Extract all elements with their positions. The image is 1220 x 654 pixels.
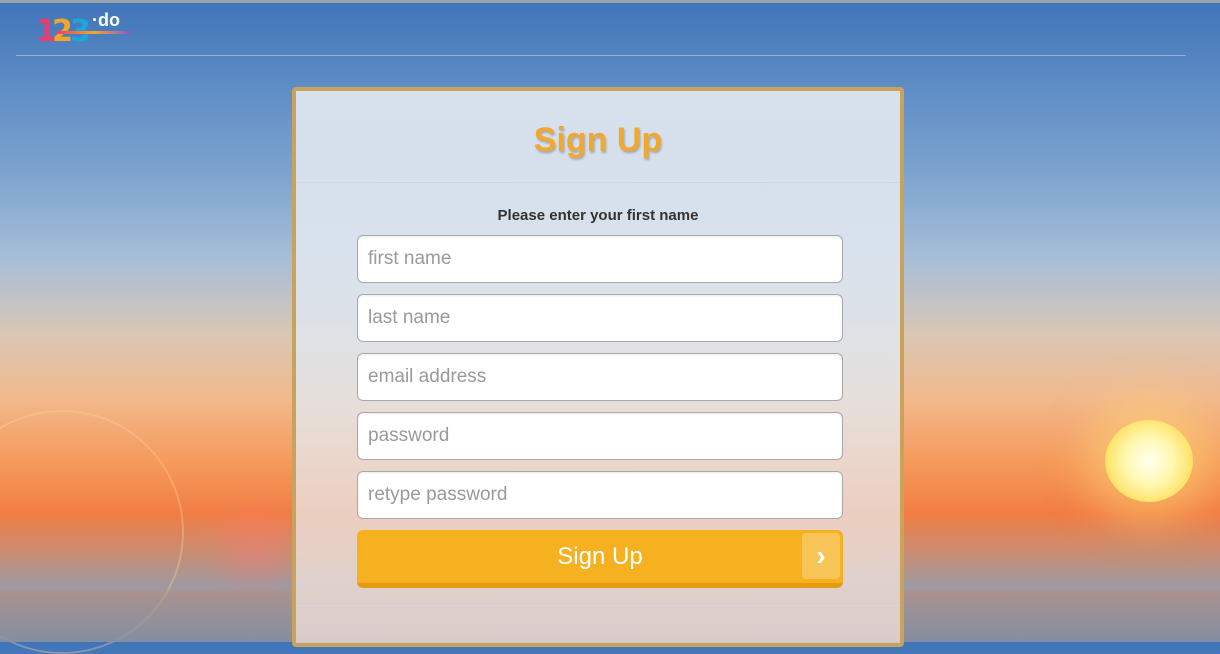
background-sun	[1105, 420, 1193, 502]
email-field[interactable]	[357, 353, 843, 401]
logo-swoosh	[56, 31, 132, 34]
first-name-field[interactable]	[357, 235, 843, 283]
window-top-edge	[0, 0, 1220, 3]
chevron-right-icon: ›	[802, 533, 840, 579]
retype-password-field[interactable]	[357, 471, 843, 519]
form-prompt: Please enter your first name	[497, 207, 699, 224]
header-divider	[16, 55, 1186, 56]
last-name-field[interactable]	[357, 294, 843, 342]
signup-card: Sign Up Please enter your first name Sig…	[292, 87, 904, 647]
sign-up-button-label: Sign Up	[557, 543, 643, 570]
card-footer-divider	[296, 605, 900, 606]
sign-up-button[interactable]: Sign Up ›	[357, 530, 843, 588]
password-field[interactable]	[357, 412, 843, 460]
page-title: Sign Up	[533, 121, 663, 159]
brand-logo[interactable]: 1 2 3 ·do	[36, 10, 136, 49]
card-divider	[296, 182, 900, 183]
logo-suffix: ·do	[92, 10, 120, 30]
